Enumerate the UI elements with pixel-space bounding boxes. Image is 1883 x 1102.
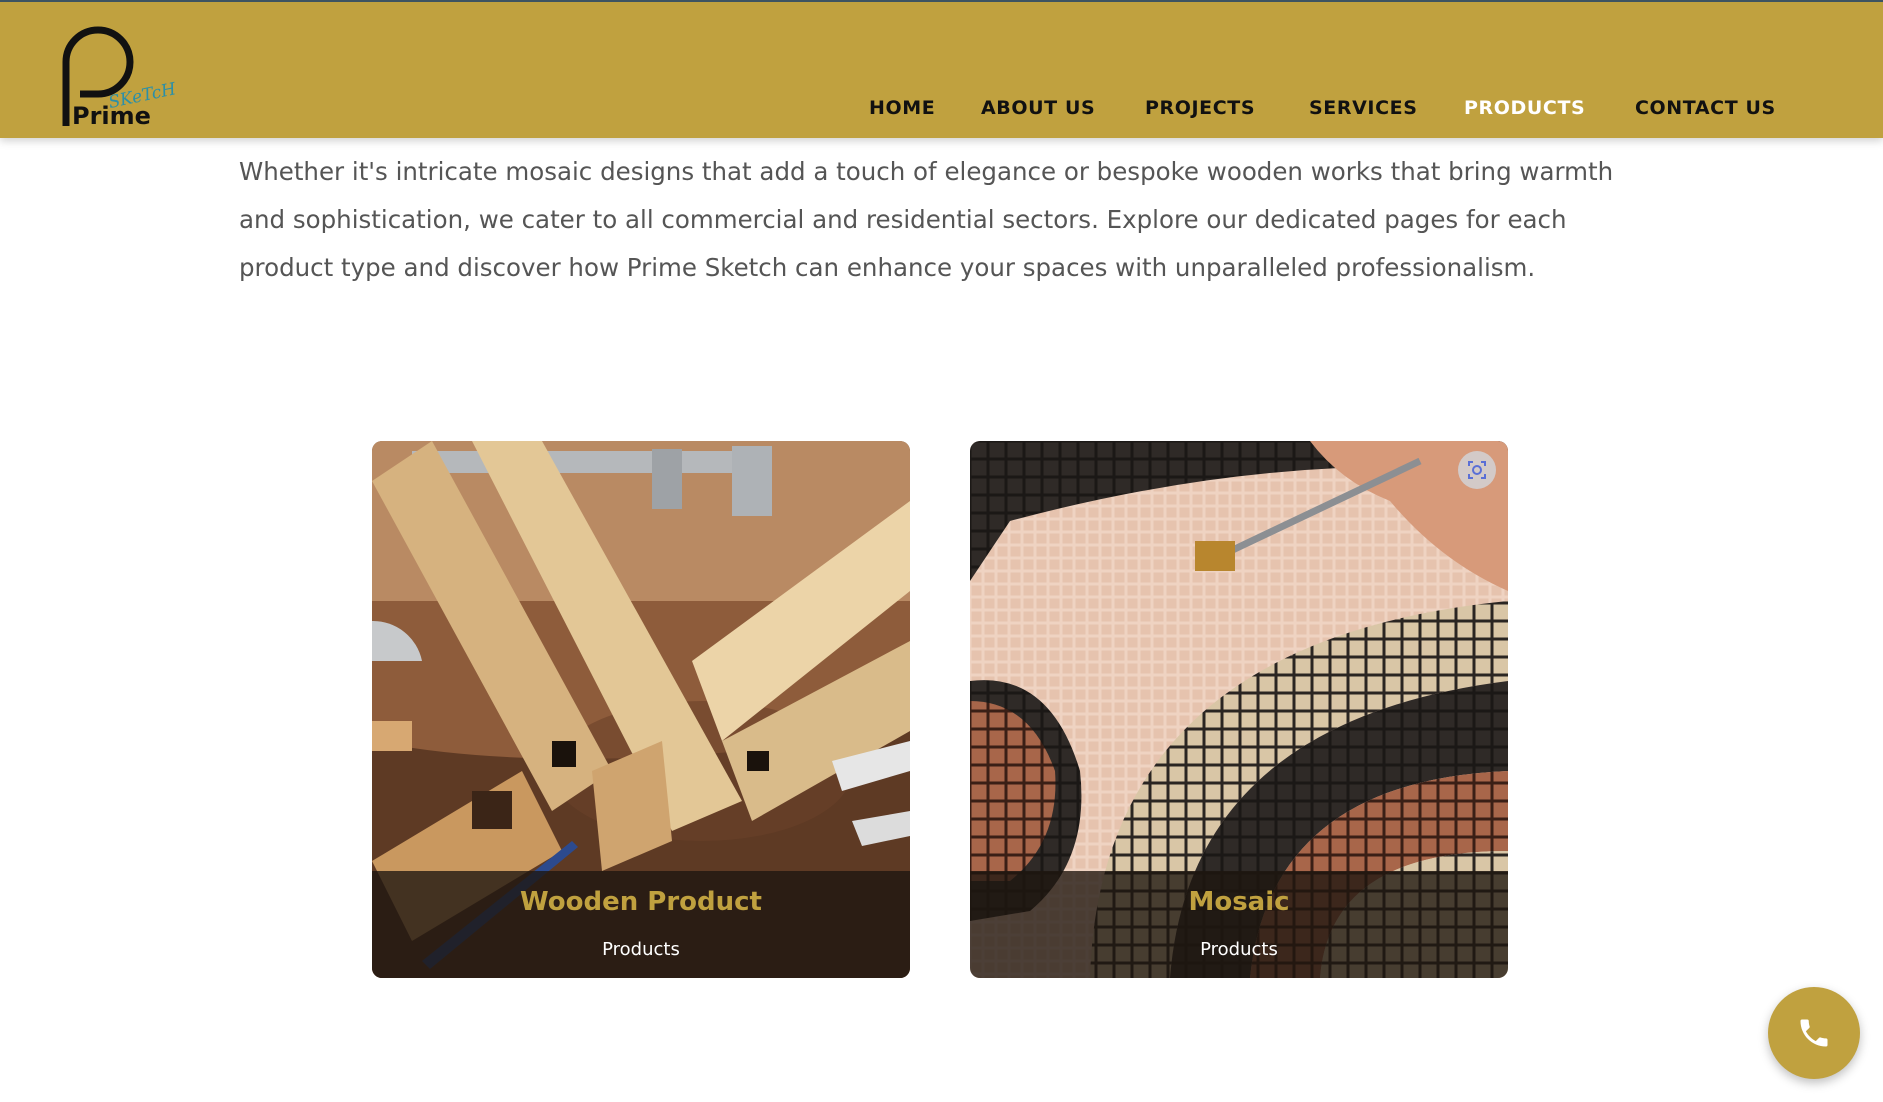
card-caption: Wooden Product Products	[372, 871, 910, 978]
card-subtitle: Products	[602, 939, 680, 960]
intro-line: Whether it's intricate mosaic designs th…	[239, 157, 1614, 186]
nav-about-us[interactable]: ABOUT US	[981, 93, 1095, 123]
intro-line: product type and discover how Prime Sket…	[239, 253, 1536, 282]
nav-services[interactable]: SERVICES	[1309, 93, 1417, 123]
card-title: Wooden Product	[520, 887, 762, 917]
card-subtitle: Products	[1200, 939, 1278, 960]
card-title: Mosaic	[1188, 887, 1290, 917]
card-caption: Mosaic Products	[970, 871, 1508, 978]
site-header: Prime SKeTcH HOME ABOUT US PROJECTS SERV…	[0, 0, 1883, 138]
intro-line: and sophistication, we cater to all comm…	[239, 205, 1567, 234]
product-card-wooden[interactable]: Wooden Product Products	[372, 441, 910, 978]
nav-products[interactable]: PRODUCTS	[1464, 93, 1585, 123]
phone-icon	[1800, 1019, 1828, 1047]
products-intro: Whether it's intricate mosaic designs th…	[239, 148, 1659, 292]
main-nav: HOME ABOUT US PROJECTS SERVICES PRODUCTS…	[0, 93, 1883, 123]
call-button[interactable]	[1768, 987, 1860, 1079]
visual-search-icon[interactable]	[1458, 451, 1496, 489]
nav-contact-us[interactable]: CONTACT US	[1635, 93, 1776, 123]
nav-projects[interactable]: PROJECTS	[1145, 93, 1255, 123]
product-card-mosaic[interactable]: Mosaic Products	[970, 441, 1508, 978]
nav-home[interactable]: HOME	[869, 93, 935, 123]
